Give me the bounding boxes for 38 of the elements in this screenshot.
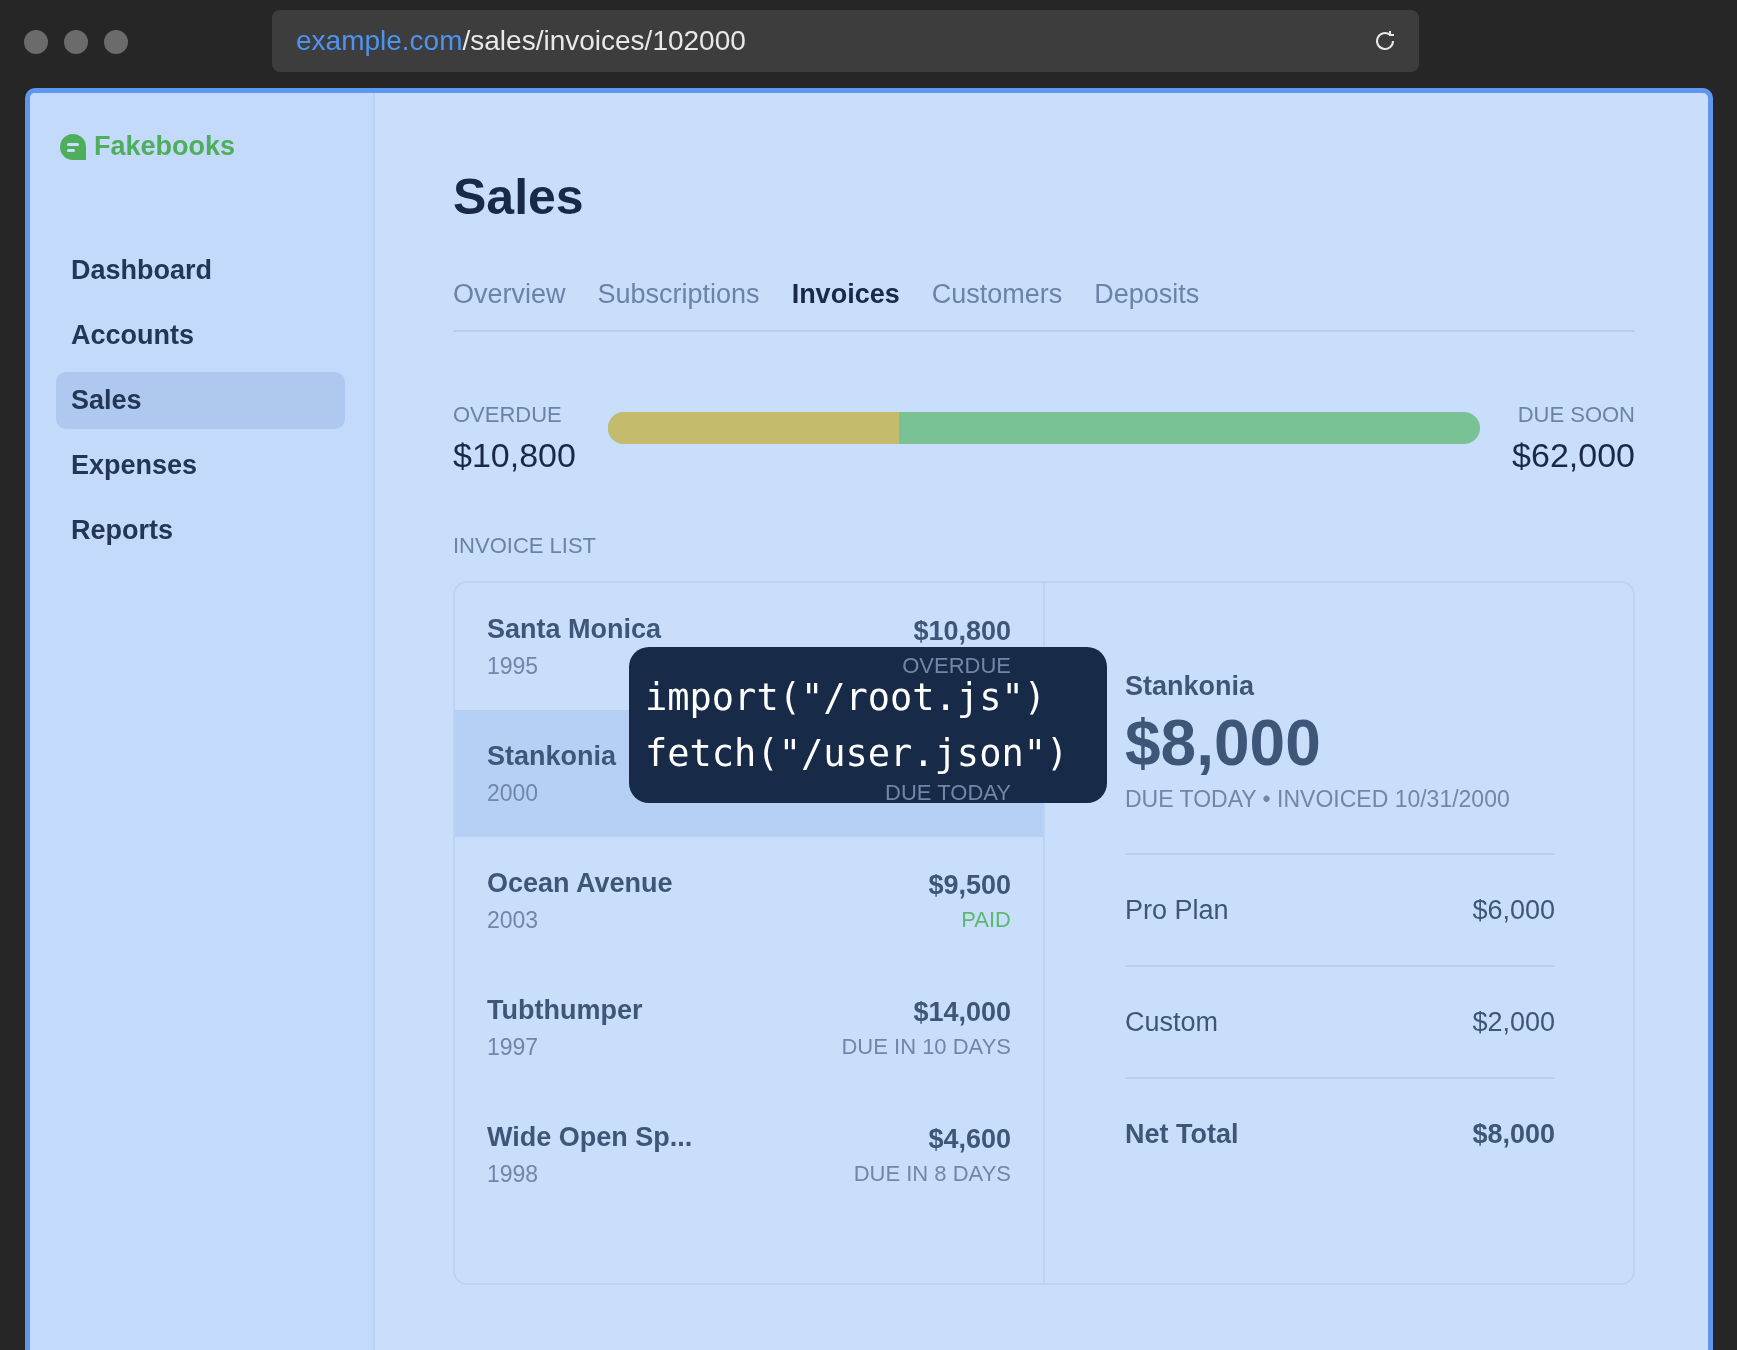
overdue-amount: $10,800 [453,436,576,475]
invoice-status: PAID [961,909,1011,931]
line-amount: $2,000 [1472,1006,1555,1038]
due-soon-label: DUE SOON [1517,402,1635,428]
detail-amount: $8,000 [1125,706,1322,780]
detail-subtitle: DUE TODAY • INVOICED 10/31/2000 [1125,786,1511,813]
invoice-name: Ocean Avenue [487,867,673,899]
invoice-status: OVERDUE [902,655,1011,677]
invoice-amount: $9,500 [928,870,1011,901]
overdue-label: OVERDUE [453,402,562,428]
invoice-amount: $4,600 [928,1124,1011,1155]
code-line: fetch("/user.json") [645,735,1070,773]
invoice-year: 2003 [487,906,539,934]
invoice-name: Tubthumper [487,994,643,1026]
due-soon-amount: $62,000 [1512,436,1635,475]
page-title: Sales [453,168,585,227]
url-text: example.com/sales/invoices/102000 [296,25,746,57]
invoice-amount: $14,000 [913,997,1011,1028]
invoice-status: DUE TODAY [885,782,1011,804]
line-amount: $6,000 [1472,894,1555,926]
section-label: INVOICE LIST [453,533,598,559]
detail-customer: Stankonia [1125,671,1256,702]
invoice-name: Stankonia [487,740,617,772]
invoice-year: 2000 [487,779,539,807]
invoice-status: DUE IN 10 DAYS [841,1036,1011,1058]
invoice-amount: $10,800 [913,616,1011,647]
line-label: Custom [1125,1006,1219,1038]
invoice-year: 1998 [487,1160,539,1188]
invoice-name: Santa Monica [487,613,662,645]
invoice-year: 1997 [487,1033,539,1061]
line-label: Pro Plan [1125,894,1229,926]
line-label: Net Total [1125,1118,1239,1150]
invoice-name: Wide Open Sp... [487,1121,693,1153]
invoice-status: DUE IN 8 DAYS [853,1163,1011,1185]
code-line: import("/root.js") [645,679,1047,717]
invoice-year: 1995 [487,652,539,680]
line-amount: $8,000 [1472,1118,1555,1150]
app-logo-text: Fakebooks [94,131,236,162]
